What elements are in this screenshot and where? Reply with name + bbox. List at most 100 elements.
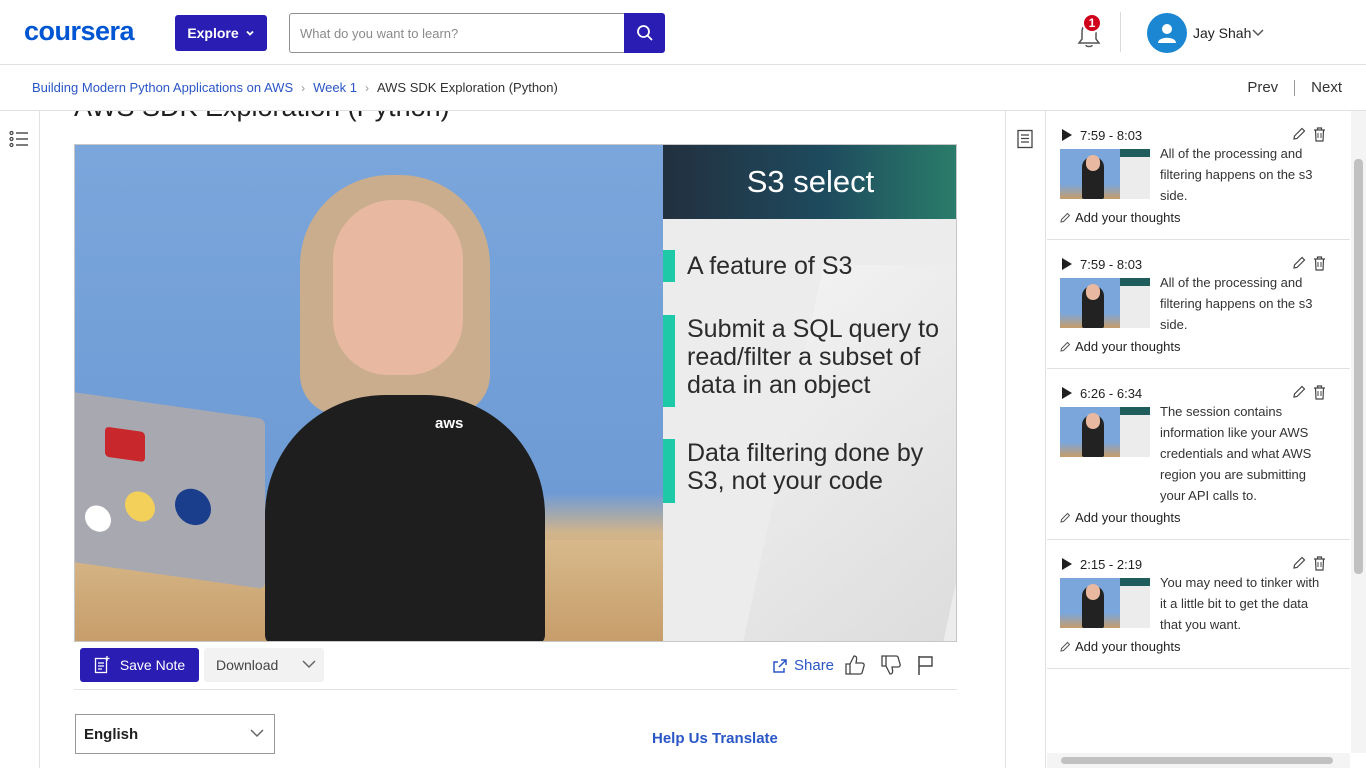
note-timestamp[interactable]: 7:59 - 8:03 <box>1080 257 1142 272</box>
notes-scrollbar[interactable] <box>1351 111 1366 753</box>
add-thoughts-label: Add your thoughts <box>1075 339 1181 354</box>
trash-icon[interactable] <box>1313 256 1326 271</box>
play-icon[interactable] <box>1060 557 1074 571</box>
slide-bullet: Submit a SQL query to read/filter a subs… <box>663 315 956 407</box>
note-body: All of the processing and filtering happ… <box>1060 146 1350 206</box>
explore-label: Explore <box>187 25 239 41</box>
slide-bullet: Data filtering done by S3, not your code <box>663 439 956 503</box>
note-text: You may need to tinker with it a little … <box>1160 575 1320 632</box>
thumbnail-face <box>1086 284 1100 300</box>
help-translate-link[interactable]: Help Us Translate <box>652 730 778 747</box>
presenter-head <box>333 200 463 375</box>
user-name[interactable]: Jay Shah <box>1193 25 1251 41</box>
trash-icon[interactable] <box>1313 127 1326 142</box>
notes-horizontal-scrollbar[interactable] <box>1047 753 1350 768</box>
laptop <box>75 390 265 590</box>
thumbnail-slide <box>1120 149 1150 199</box>
note-header: 2:15 - 2:19 <box>1060 554 1350 574</box>
slide-bullet: A feature of S3 <box>663 250 956 282</box>
play-icon[interactable] <box>1060 257 1074 271</box>
breadcrumb-current: AWS SDK Exploration (Python) <box>376 80 558 95</box>
breadcrumb-week[interactable]: Week 1 <box>313 80 357 95</box>
add-thoughts-label: Add your thoughts <box>1075 510 1181 525</box>
note-body: All of the processing and filtering happ… <box>1060 275 1350 335</box>
coursera-logo[interactable]: coursera <box>24 16 135 47</box>
note-timestamp[interactable]: 2:15 - 2:19 <box>1080 557 1142 572</box>
trash-icon[interactable] <box>1313 556 1326 571</box>
thumbnail-slide <box>1120 278 1150 328</box>
note-body: The session contains information like yo… <box>1060 404 1350 506</box>
edit-icon[interactable] <box>1292 127 1306 141</box>
presenter-body <box>265 395 545 641</box>
trash-icon[interactable] <box>1313 385 1326 400</box>
flag-icon[interactable] <box>916 654 936 676</box>
video-presenter-scene: aws <box>75 145 663 641</box>
chevron-down-icon[interactable] <box>1252 28 1264 38</box>
note-item: 6:26 - 6:34 The session contains informa… <box>1047 369 1350 540</box>
note-timestamp[interactable]: 6:26 - 6:34 <box>1080 386 1142 401</box>
notes-icon[interactable] <box>1016 129 1034 149</box>
header-divider <box>1120 12 1121 52</box>
note-thumbnail[interactable] <box>1060 278 1150 328</box>
edit-icon[interactable] <box>1292 556 1306 570</box>
thumbnail-face <box>1086 155 1100 171</box>
note-item: 7:59 - 8:03 All of the processing and fi… <box>1047 240 1350 369</box>
scroll-thumb[interactable] <box>1061 757 1333 764</box>
edit-icon[interactable] <box>1292 256 1306 270</box>
play-icon[interactable] <box>1060 386 1074 400</box>
search-button[interactable] <box>624 13 665 53</box>
breadcrumb: Building Modern Python Applications on A… <box>32 80 558 95</box>
chevron-down-icon <box>250 729 264 738</box>
note-text: The session contains information like yo… <box>1160 404 1312 503</box>
note-timestamp[interactable]: 7:59 - 8:03 <box>1080 128 1142 143</box>
note-item: 7:59 - 8:03 All of the processing and fi… <box>1047 111 1350 240</box>
note-thumbnail[interactable] <box>1060 578 1150 628</box>
video-player[interactable]: aws S3 select A feature of S3 Submit a S… <box>74 144 957 642</box>
thumbs-up-icon[interactable] <box>844 654 866 676</box>
add-thoughts-button[interactable]: Add your thoughts <box>1060 210 1350 225</box>
note-add-icon <box>94 656 110 674</box>
left-rail <box>0 111 40 768</box>
search-bar <box>289 13 665 53</box>
download-label: Download <box>216 657 279 673</box>
chevron-right-icon: › <box>364 80 369 95</box>
note-text: All of the processing and filtering happ… <box>1160 275 1313 332</box>
search-input[interactable] <box>289 13 624 53</box>
prev-next-nav: Prev Next <box>1247 79 1342 96</box>
prev-button[interactable]: Prev <box>1247 79 1278 96</box>
slide-bullet-text: Submit a SQL query to read/filter a subs… <box>687 315 939 399</box>
note-thumbnail[interactable] <box>1060 407 1150 457</box>
explore-button[interactable]: Explore <box>175 15 267 51</box>
next-button[interactable]: Next <box>1311 79 1342 96</box>
play-icon[interactable] <box>1060 128 1074 142</box>
chevron-down-icon <box>246 30 254 36</box>
thumbnail-face <box>1086 413 1100 429</box>
video-actions-bar: Save Note Download Share <box>74 648 957 690</box>
add-thoughts-label: Add your thoughts <box>1075 210 1181 225</box>
course-outline-icon[interactable] <box>9 130 29 148</box>
main-content: AWS SDK Exploration (Python) aws S3 sele… <box>41 111 1005 768</box>
add-thoughts-button[interactable]: Add your thoughts <box>1060 339 1350 354</box>
save-note-button[interactable]: Save Note <box>80 648 199 682</box>
language-value: English <box>84 725 139 743</box>
avatar[interactable] <box>1147 13 1187 53</box>
slide-bullet-text: Data filtering done by S3, not your code <box>687 439 924 495</box>
page-title: AWS SDK Exploration (Python) <box>74 111 450 123</box>
thumbnail-slide <box>1120 578 1150 628</box>
note-thumbnail[interactable] <box>1060 149 1150 199</box>
scroll-thumb[interactable] <box>1354 159 1363 574</box>
save-note-label: Save Note <box>119 657 186 673</box>
slide-bullet-bar <box>663 439 675 503</box>
user-icon <box>1158 24 1176 43</box>
thumbs-down-icon[interactable] <box>880 654 902 676</box>
download-dropdown[interactable]: Download <box>204 648 324 682</box>
sticker <box>85 503 111 534</box>
language-select[interactable]: English <box>75 714 275 754</box>
breadcrumb-course[interactable]: Building Modern Python Applications on A… <box>32 80 293 95</box>
edit-icon[interactable] <box>1292 385 1306 399</box>
thumbnail-slide <box>1120 407 1150 457</box>
add-thoughts-button[interactable]: Add your thoughts <box>1060 510 1350 525</box>
sticker <box>125 489 155 524</box>
share-button[interactable]: Share <box>772 657 834 674</box>
add-thoughts-button[interactable]: Add your thoughts <box>1060 639 1350 654</box>
